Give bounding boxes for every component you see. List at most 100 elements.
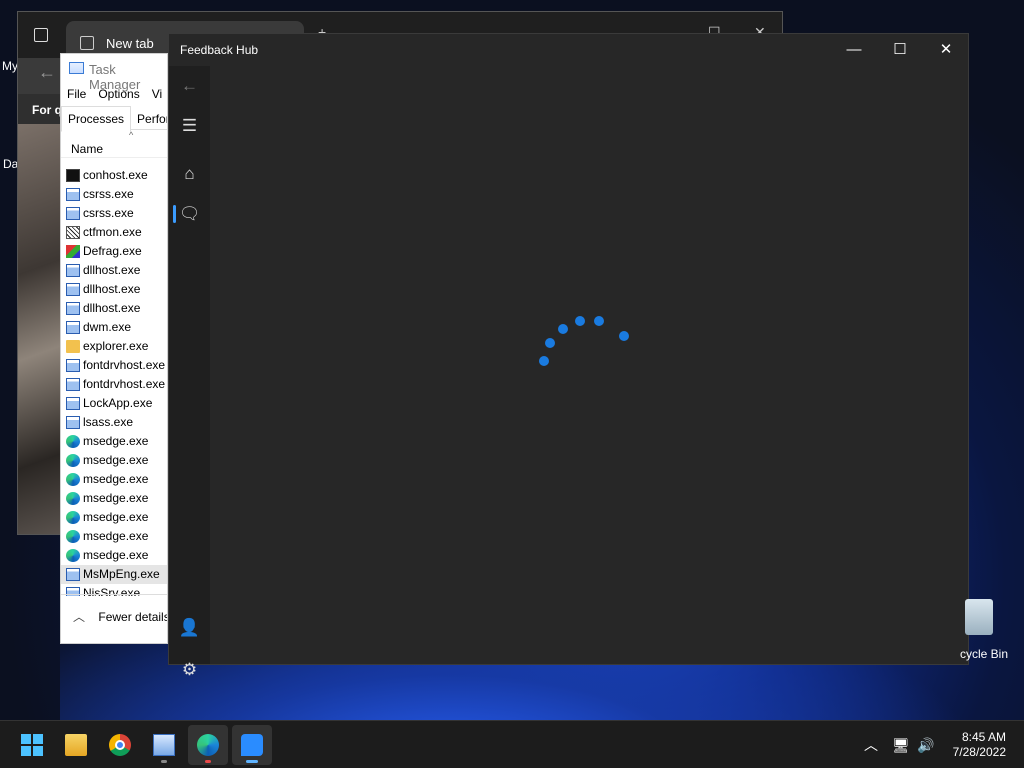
- add-user-icon[interactable]: 👤: [169, 608, 210, 648]
- process-row[interactable]: MsMpEng.exe: [61, 565, 167, 584]
- process-row[interactable]: msedge.exe: [61, 489, 167, 508]
- process-win-icon: [66, 378, 80, 391]
- process-win-icon: [66, 359, 80, 372]
- process-row[interactable]: csrss.exe: [61, 204, 167, 223]
- menu-view[interactable]: Vi: [152, 87, 162, 101]
- recycle-bin-icon[interactable]: [955, 597, 1000, 637]
- process-row[interactable]: dllhost.exe: [61, 261, 167, 280]
- fewer-details-button[interactable]: ︿ Fewer details: [61, 594, 167, 643]
- process-name: fontdrvhost.exe: [83, 358, 166, 372]
- spinner-dot: [558, 324, 568, 334]
- chrome-icon[interactable]: [100, 725, 140, 765]
- process-row[interactable]: msedge.exe: [61, 546, 167, 565]
- process-row[interactable]: msedge.exe: [61, 508, 167, 527]
- process-row[interactable]: msedge.exe: [61, 470, 167, 489]
- process-name: dwm.exe: [83, 320, 132, 334]
- process-row[interactable]: ctfmon.exe: [61, 223, 167, 242]
- task-manager-titlebar[interactable]: Task Manager: [61, 54, 167, 92]
- navigation-rail: ← ☰ ⌂ 🗨 👤 ⚙: [169, 66, 210, 679]
- feedback-icon[interactable]: 🗨: [169, 194, 210, 234]
- feedback-hub-taskbar-icon[interactable]: [232, 725, 272, 765]
- process-name: dllhost.exe: [83, 263, 141, 277]
- process-name: dllhost.exe: [83, 301, 141, 315]
- process-edge-icon: [66, 511, 80, 524]
- maximize-button[interactable]: ☐: [877, 34, 923, 66]
- process-edge-icon: [66, 473, 80, 486]
- process-name: msedge.exe: [83, 548, 149, 562]
- process-name: msedge.exe: [83, 529, 149, 543]
- menu-file[interactable]: File: [67, 87, 86, 101]
- settings-icon[interactable]: ⚙: [169, 650, 210, 690]
- process-win-icon: [66, 416, 80, 429]
- chevron-up-icon[interactable]: ︿: [864, 721, 878, 768]
- back-arrow-icon[interactable]: ←: [169, 66, 210, 106]
- edge-icon[interactable]: [188, 725, 228, 765]
- process-name: Defrag.exe: [83, 244, 142, 258]
- process-win-icon: [66, 264, 80, 277]
- tab-actions-icon[interactable]: [34, 28, 48, 42]
- taskbar: ︿ 🖥 🔊 8:45 AM 7/28/2022: [0, 720, 1024, 768]
- process-row[interactable]: conhost.exe: [61, 166, 167, 185]
- spinner-dot: [545, 338, 555, 348]
- process-name: LockApp.exe: [83, 396, 153, 410]
- home-icon[interactable]: ⌂: [169, 154, 210, 194]
- process-win-icon: [66, 302, 80, 315]
- close-button[interactable]: ✕: [923, 34, 969, 66]
- process-row[interactable]: dwm.exe: [61, 318, 167, 337]
- process-row[interactable]: Defrag.exe: [61, 242, 167, 261]
- process-row[interactable]: msedge.exe: [61, 432, 167, 451]
- process-row[interactable]: fontdrvhost.exe: [61, 375, 167, 394]
- process-name: explorer.exe: [83, 339, 149, 353]
- spinner-dot: [594, 316, 604, 326]
- process-row[interactable]: dllhost.exe: [61, 299, 167, 318]
- process-win-icon: [66, 397, 80, 410]
- process-name: msedge.exe: [83, 434, 149, 448]
- process-list[interactable]: conhost.exe csrss.exe csrss.exe ctfmon.exe D…: [61, 166, 167, 596]
- process-edge-icon: [66, 549, 80, 562]
- desktop-label-top[interactable]: My: [2, 59, 18, 73]
- task-manager-tabs: ProcessesPerforr: [61, 106, 167, 132]
- process-win-icon: [66, 207, 80, 220]
- process-row[interactable]: explorer.exe: [61, 337, 167, 356]
- column-header-name[interactable]: ^ Name: [61, 130, 167, 158]
- file-explorer-icon[interactable]: [56, 725, 96, 765]
- process-row[interactable]: msedge.exe: [61, 527, 167, 546]
- process-row[interactable]: dllhost.exe: [61, 280, 167, 299]
- task-manager-taskbar-icon[interactable]: [144, 725, 184, 765]
- process-row[interactable]: lsass.exe: [61, 413, 167, 432]
- feedback-hub-titlebar[interactable]: Feedback Hub — ☐ ✕: [169, 34, 968, 66]
- browser-back-icon[interactable]: ←: [38, 62, 56, 83]
- new-tab-icon: [80, 36, 94, 50]
- process-row[interactable]: csrss.exe: [61, 185, 167, 204]
- spinner-dot: [619, 331, 629, 341]
- process-name: dllhost.exe: [83, 282, 141, 296]
- volume-icon[interactable]: 🔊: [917, 721, 934, 768]
- process-row[interactable]: LockApp.exe: [61, 394, 167, 413]
- recycle-bin-label[interactable]: cycle Bin: [960, 647, 1008, 661]
- process-edge-icon: [66, 454, 80, 467]
- feedback-hub-title: Feedback Hub: [180, 43, 259, 57]
- process-edge-icon: [66, 530, 80, 543]
- task-manager-window[interactable]: Task Manager File Options Vi Processes Perf…: [60, 53, 168, 644]
- process-name: fontdrvhost.exe: [83, 377, 166, 391]
- clock[interactable]: 8:45 AM 7/28/2022: [953, 730, 1006, 760]
- network-icon[interactable]: 🖥: [892, 721, 910, 768]
- process-row[interactable]: msedge.exe: [61, 451, 167, 470]
- minimize-button[interactable]: —: [831, 34, 877, 66]
- spinner-dot: [539, 356, 549, 366]
- task-manager-title: Task Manager: [89, 62, 141, 92]
- sort-up-icon: ^: [129, 130, 134, 140]
- start-icon[interactable]: [12, 725, 52, 765]
- process-name: conhost.exe: [83, 168, 148, 182]
- menu-icon[interactable]: ☰: [169, 106, 210, 146]
- tab-performance[interactable]: Perforr: [131, 107, 167, 131]
- process-win-icon: [66, 568, 80, 581]
- tab-processes[interactable]: Processes: [61, 106, 132, 132]
- loading-spinner: [539, 314, 639, 374]
- feedback-hub-window[interactable]: Feedback Hub — ☐ ✕ ← ☰ ⌂ 🗨 👤 ⚙: [168, 33, 969, 679]
- process-defrag-icon: [66, 245, 80, 258]
- process-name: csrss.exe: [83, 206, 134, 220]
- process-ctf-icon: [66, 226, 80, 239]
- process-row[interactable]: fontdrvhost.exe: [61, 356, 167, 375]
- process-name: lsass.exe: [83, 415, 134, 429]
